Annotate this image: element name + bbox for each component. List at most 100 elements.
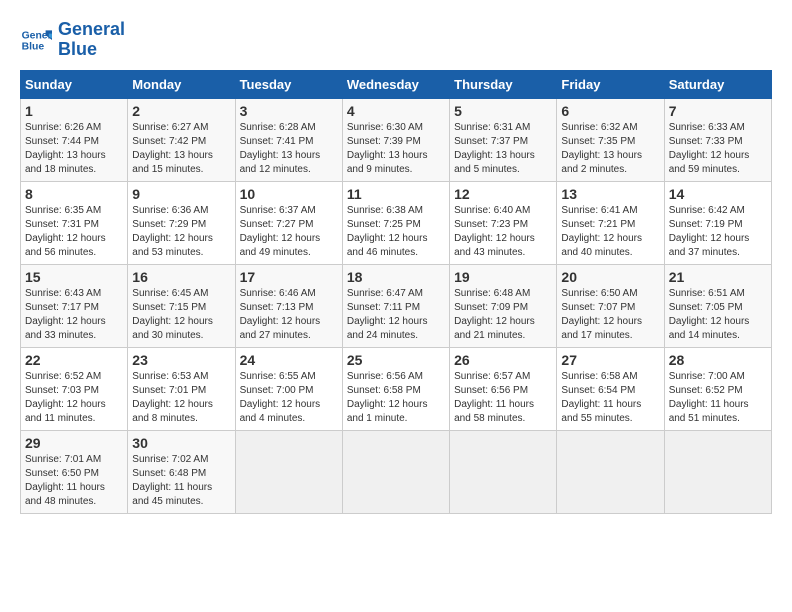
calendar-cell bbox=[664, 430, 771, 513]
day-info: Sunrise: 6:57 AM Sunset: 6:56 PM Dayligh… bbox=[454, 370, 552, 426]
calendar-week-2: 8 Sunrise: 6:35 AM Sunset: 7:31 PM Dayli… bbox=[21, 181, 772, 264]
calendar-cell: 29 Sunrise: 7:01 AM Sunset: 6:50 PM Dayl… bbox=[21, 430, 128, 513]
calendar-cell: 1 Sunrise: 6:26 AM Sunset: 7:44 PM Dayli… bbox=[21, 98, 128, 181]
day-number: 22 bbox=[25, 352, 123, 368]
day-info: Sunrise: 6:48 AM Sunset: 7:09 PM Dayligh… bbox=[454, 287, 552, 343]
day-number: 15 bbox=[25, 269, 123, 285]
day-info: Sunrise: 6:42 AM Sunset: 7:19 PM Dayligh… bbox=[669, 204, 767, 260]
day-info: Sunrise: 6:35 AM Sunset: 7:31 PM Dayligh… bbox=[25, 204, 123, 260]
calendar-cell: 13 Sunrise: 6:41 AM Sunset: 7:21 PM Dayl… bbox=[557, 181, 664, 264]
calendar-cell: 26 Sunrise: 6:57 AM Sunset: 6:56 PM Dayl… bbox=[450, 347, 557, 430]
day-number: 3 bbox=[240, 103, 338, 119]
page-header: General Blue GeneralBlue bbox=[20, 20, 772, 60]
calendar-cell bbox=[450, 430, 557, 513]
day-info: Sunrise: 7:01 AM Sunset: 6:50 PM Dayligh… bbox=[25, 453, 123, 509]
day-number: 20 bbox=[561, 269, 659, 285]
calendar-cell: 5 Sunrise: 6:31 AM Sunset: 7:37 PM Dayli… bbox=[450, 98, 557, 181]
day-number: 29 bbox=[25, 435, 123, 451]
day-info: Sunrise: 6:38 AM Sunset: 7:25 PM Dayligh… bbox=[347, 204, 445, 260]
calendar-cell: 11 Sunrise: 6:38 AM Sunset: 7:25 PM Dayl… bbox=[342, 181, 449, 264]
day-number: 17 bbox=[240, 269, 338, 285]
day-info: Sunrise: 6:28 AM Sunset: 7:41 PM Dayligh… bbox=[240, 121, 338, 177]
day-number: 8 bbox=[25, 186, 123, 202]
day-info: Sunrise: 6:50 AM Sunset: 7:07 PM Dayligh… bbox=[561, 287, 659, 343]
day-info: Sunrise: 6:51 AM Sunset: 7:05 PM Dayligh… bbox=[669, 287, 767, 343]
day-info: Sunrise: 6:55 AM Sunset: 7:00 PM Dayligh… bbox=[240, 370, 338, 426]
day-header-wednesday: Wednesday bbox=[342, 70, 449, 98]
day-info: Sunrise: 6:58 AM Sunset: 6:54 PM Dayligh… bbox=[561, 370, 659, 426]
calendar-cell: 12 Sunrise: 6:40 AM Sunset: 7:23 PM Dayl… bbox=[450, 181, 557, 264]
svg-text:Blue: Blue bbox=[22, 41, 45, 52]
day-number: 27 bbox=[561, 352, 659, 368]
calendar-cell: 2 Sunrise: 6:27 AM Sunset: 7:42 PM Dayli… bbox=[128, 98, 235, 181]
day-info: Sunrise: 6:27 AM Sunset: 7:42 PM Dayligh… bbox=[132, 121, 230, 177]
calendar-cell: 27 Sunrise: 6:58 AM Sunset: 6:54 PM Dayl… bbox=[557, 347, 664, 430]
calendar-week-1: 1 Sunrise: 6:26 AM Sunset: 7:44 PM Dayli… bbox=[21, 98, 772, 181]
calendar-cell: 7 Sunrise: 6:33 AM Sunset: 7:33 PM Dayli… bbox=[664, 98, 771, 181]
day-info: Sunrise: 6:26 AM Sunset: 7:44 PM Dayligh… bbox=[25, 121, 123, 177]
day-number: 1 bbox=[25, 103, 123, 119]
day-info: Sunrise: 7:02 AM Sunset: 6:48 PM Dayligh… bbox=[132, 453, 230, 509]
calendar-cell: 15 Sunrise: 6:43 AM Sunset: 7:17 PM Dayl… bbox=[21, 264, 128, 347]
day-header-sunday: Sunday bbox=[21, 70, 128, 98]
day-info: Sunrise: 6:56 AM Sunset: 6:58 PM Dayligh… bbox=[347, 370, 445, 426]
calendar-cell: 25 Sunrise: 6:56 AM Sunset: 6:58 PM Dayl… bbox=[342, 347, 449, 430]
day-number: 26 bbox=[454, 352, 552, 368]
day-number: 13 bbox=[561, 186, 659, 202]
calendar-cell: 19 Sunrise: 6:48 AM Sunset: 7:09 PM Dayl… bbox=[450, 264, 557, 347]
day-number: 10 bbox=[240, 186, 338, 202]
day-header-monday: Monday bbox=[128, 70, 235, 98]
day-info: Sunrise: 6:53 AM Sunset: 7:01 PM Dayligh… bbox=[132, 370, 230, 426]
logo-text: GeneralBlue bbox=[58, 20, 125, 60]
day-info: Sunrise: 6:43 AM Sunset: 7:17 PM Dayligh… bbox=[25, 287, 123, 343]
day-number: 14 bbox=[669, 186, 767, 202]
day-info: Sunrise: 6:40 AM Sunset: 7:23 PM Dayligh… bbox=[454, 204, 552, 260]
day-info: Sunrise: 6:41 AM Sunset: 7:21 PM Dayligh… bbox=[561, 204, 659, 260]
day-number: 7 bbox=[669, 103, 767, 119]
day-number: 12 bbox=[454, 186, 552, 202]
calendar-cell: 14 Sunrise: 6:42 AM Sunset: 7:19 PM Dayl… bbox=[664, 181, 771, 264]
calendar-cell: 6 Sunrise: 6:32 AM Sunset: 7:35 PM Dayli… bbox=[557, 98, 664, 181]
calendar-cell bbox=[235, 430, 342, 513]
day-number: 18 bbox=[347, 269, 445, 285]
day-info: Sunrise: 6:45 AM Sunset: 7:15 PM Dayligh… bbox=[132, 287, 230, 343]
logo: General Blue GeneralBlue bbox=[20, 20, 125, 60]
day-number: 28 bbox=[669, 352, 767, 368]
calendar-cell: 30 Sunrise: 7:02 AM Sunset: 6:48 PM Dayl… bbox=[128, 430, 235, 513]
calendar-week-3: 15 Sunrise: 6:43 AM Sunset: 7:17 PM Dayl… bbox=[21, 264, 772, 347]
day-info: Sunrise: 6:30 AM Sunset: 7:39 PM Dayligh… bbox=[347, 121, 445, 177]
day-info: Sunrise: 6:33 AM Sunset: 7:33 PM Dayligh… bbox=[669, 121, 767, 177]
day-info: Sunrise: 6:46 AM Sunset: 7:13 PM Dayligh… bbox=[240, 287, 338, 343]
day-number: 16 bbox=[132, 269, 230, 285]
calendar-cell bbox=[557, 430, 664, 513]
calendar-cell: 22 Sunrise: 6:52 AM Sunset: 7:03 PM Dayl… bbox=[21, 347, 128, 430]
logo-icon: General Blue bbox=[20, 24, 52, 56]
calendar-cell bbox=[342, 430, 449, 513]
calendar-cell: 3 Sunrise: 6:28 AM Sunset: 7:41 PM Dayli… bbox=[235, 98, 342, 181]
day-number: 9 bbox=[132, 186, 230, 202]
calendar-week-4: 22 Sunrise: 6:52 AM Sunset: 7:03 PM Dayl… bbox=[21, 347, 772, 430]
day-info: Sunrise: 6:52 AM Sunset: 7:03 PM Dayligh… bbox=[25, 370, 123, 426]
day-number: 4 bbox=[347, 103, 445, 119]
calendar-cell: 17 Sunrise: 6:46 AM Sunset: 7:13 PM Dayl… bbox=[235, 264, 342, 347]
day-header-tuesday: Tuesday bbox=[235, 70, 342, 98]
day-header-friday: Friday bbox=[557, 70, 664, 98]
calendar-week-5: 29 Sunrise: 7:01 AM Sunset: 6:50 PM Dayl… bbox=[21, 430, 772, 513]
calendar-cell: 24 Sunrise: 6:55 AM Sunset: 7:00 PM Dayl… bbox=[235, 347, 342, 430]
calendar-cell: 16 Sunrise: 6:45 AM Sunset: 7:15 PM Dayl… bbox=[128, 264, 235, 347]
day-header-saturday: Saturday bbox=[664, 70, 771, 98]
calendar-cell: 8 Sunrise: 6:35 AM Sunset: 7:31 PM Dayli… bbox=[21, 181, 128, 264]
day-number: 25 bbox=[347, 352, 445, 368]
calendar-cell: 18 Sunrise: 6:47 AM Sunset: 7:11 PM Dayl… bbox=[342, 264, 449, 347]
day-number: 21 bbox=[669, 269, 767, 285]
calendar-cell: 20 Sunrise: 6:50 AM Sunset: 7:07 PM Dayl… bbox=[557, 264, 664, 347]
day-info: Sunrise: 6:32 AM Sunset: 7:35 PM Dayligh… bbox=[561, 121, 659, 177]
day-info: Sunrise: 6:36 AM Sunset: 7:29 PM Dayligh… bbox=[132, 204, 230, 260]
calendar-cell: 10 Sunrise: 6:37 AM Sunset: 7:27 PM Dayl… bbox=[235, 181, 342, 264]
day-number: 24 bbox=[240, 352, 338, 368]
day-info: Sunrise: 6:37 AM Sunset: 7:27 PM Dayligh… bbox=[240, 204, 338, 260]
calendar-cell: 9 Sunrise: 6:36 AM Sunset: 7:29 PM Dayli… bbox=[128, 181, 235, 264]
day-number: 19 bbox=[454, 269, 552, 285]
calendar-cell: 21 Sunrise: 6:51 AM Sunset: 7:05 PM Dayl… bbox=[664, 264, 771, 347]
calendar-cell: 4 Sunrise: 6:30 AM Sunset: 7:39 PM Dayli… bbox=[342, 98, 449, 181]
